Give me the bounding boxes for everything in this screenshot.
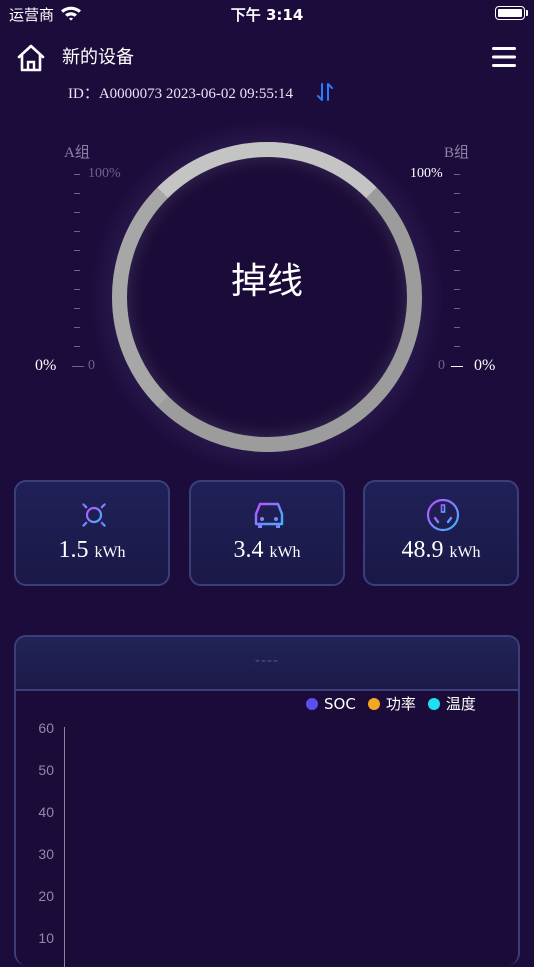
vehicle-value: 3.4 — [233, 537, 264, 563]
group-a-scale-tick — [74, 212, 80, 214]
group-a-min: 0 — [88, 358, 95, 373]
battery-nub — [526, 10, 528, 16]
solar-unit: kWh — [94, 544, 126, 561]
group-b-scale-tick — [454, 193, 460, 195]
y-tick-label: 60 — [38, 720, 54, 736]
sun-icon — [77, 498, 111, 536]
y-tick-label: 20 — [38, 888, 54, 904]
y-tick-label: 30 — [38, 846, 54, 862]
status-bar: 运营商 下午 3:14 — [0, 0, 534, 28]
group-a-scale-tick — [74, 250, 80, 252]
chart-header: ---- — [16, 637, 518, 691]
legend-item-temperature[interactable]: 温度 — [427, 693, 476, 714]
legend-temperature-swatch — [427, 697, 440, 710]
vehicle-energy-card[interactable]: 3.4 kWh — [189, 480, 345, 586]
socket-unit: kWh — [449, 544, 481, 561]
y-tick-label: 50 — [38, 762, 54, 778]
legend-power-swatch — [367, 697, 380, 710]
group-a-label: A组 — [64, 145, 90, 161]
legend-soc-swatch — [306, 697, 318, 710]
group-b-scale-tick — [454, 269, 460, 271]
legend-item-power[interactable]: 功率 — [367, 693, 416, 714]
clock: 下午 3:14 — [230, 6, 304, 24]
group-a-percent: 0% — [35, 357, 57, 374]
group-b-percent: 0% — [474, 357, 496, 374]
chart-y-axis — [64, 727, 65, 967]
chart-legend: SOC 功率 温度 — [306, 693, 476, 714]
group-a-scale-tick — [74, 345, 80, 347]
group-b-label: B组 — [444, 145, 470, 161]
legend-soc-label: SOC — [324, 694, 356, 713]
group-a-zero-line — [72, 366, 84, 367]
group-b-scale-tick — [454, 250, 460, 252]
car-icon — [252, 498, 286, 536]
socket-icon — [426, 498, 460, 536]
group-b-scale-tick — [454, 345, 460, 347]
vehicle-unit: kWh — [269, 544, 301, 561]
group-a-scale-tick — [74, 231, 80, 233]
chart-title: ---- — [254, 653, 280, 669]
group-b-scale-tick — [454, 212, 460, 214]
swap-arrows-icon[interactable] — [316, 82, 334, 106]
home-icon[interactable] — [16, 43, 46, 77]
group-b-scale-tick — [454, 326, 460, 328]
group-a-scale-tick — [74, 174, 80, 175]
group-b-scale-tick — [454, 174, 460, 175]
solar-value: 1.5 — [58, 537, 89, 563]
menu-icon[interactable] — [491, 45, 517, 73]
legend-power-label: 功率 — [385, 695, 416, 713]
group-a-scale-tick — [74, 288, 80, 290]
gauge-status: 掉线 — [230, 261, 303, 302]
legend-temperature-label: 温度 — [445, 695, 476, 713]
legend-item-soc[interactable]: SOC — [306, 695, 356, 713]
group-b-scale-tick — [454, 288, 460, 290]
y-tick-label: 10 — [38, 930, 54, 946]
group-a-scale-tick — [74, 269, 80, 271]
group-b-min: 0 — [438, 358, 445, 373]
page-title: 新的设备 — [62, 47, 134, 68]
socket-energy-card[interactable]: 48.9 kWh — [363, 480, 519, 586]
group-b-scale-tick — [454, 307, 460, 309]
chart-panel: ---- — [14, 635, 520, 965]
group-a-scale-tick — [74, 307, 80, 309]
device-id-line: ID：A0000073 2023-06-02 09:55:14 — [68, 86, 293, 102]
group-a-scale-tick — [74, 193, 80, 195]
socket-value: 48.9 — [401, 537, 444, 563]
solar-energy-card[interactable]: 1.5 kWh — [14, 480, 170, 586]
battery-icon — [495, 6, 525, 20]
group-a-scale-tick — [74, 326, 80, 328]
group-b-zero-line — [451, 366, 463, 367]
y-tick-label: 40 — [38, 804, 54, 820]
group-b-scale-tick — [454, 231, 460, 233]
